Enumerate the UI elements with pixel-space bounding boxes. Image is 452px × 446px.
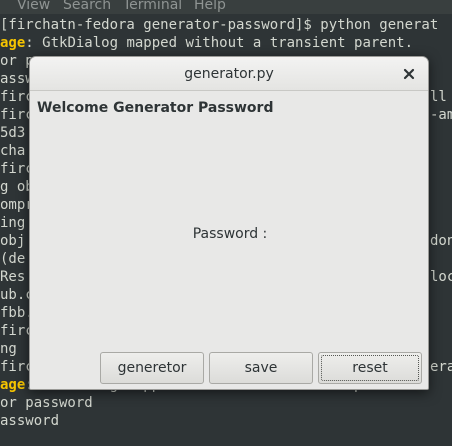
menu-help[interactable]: Help — [194, 0, 226, 14]
terminal-line-text: Res — [0, 269, 26, 285]
terminal-line: 5d3 — [0, 124, 25, 142]
menu-terminal[interactable]: Terminal — [123, 0, 182, 14]
terminal-line: [firchatn-fedora generator-password]$ py… — [0, 16, 438, 34]
terminal-line-fragment: ll — [430, 89, 447, 105]
terminal-line-text: assword — [0, 413, 60, 429]
terminal-line-fragment: -am — [430, 107, 452, 123]
terminal-line-fragment: don — [430, 233, 452, 249]
generate-button[interactable]: generetor — [100, 352, 204, 384]
save-button[interactable]: save — [209, 352, 313, 384]
dialog-content: Welcome Generator Password Password : ge… — [30, 91, 428, 389]
terminal-line-text: cha — [0, 143, 26, 159]
terminal-line: cha — [0, 142, 25, 160]
terminal-line: ng — [0, 340, 17, 358]
menu-search[interactable]: Search — [63, 0, 111, 14]
terminal-menubar: View Search Terminal Help — [0, 0, 452, 14]
terminal-line-text: (de — [0, 251, 26, 267]
terminal-line-text: [firchatn-fedora generator-password]$ py… — [0, 17, 439, 33]
terminal-line: (de — [0, 250, 25, 268]
terminal-line-text: 5d3 — [0, 125, 26, 141]
terminal-warning-label: age — [0, 35, 26, 51]
menu-view[interactable]: View — [17, 0, 50, 14]
generator-dialog: generator.py Welcome Generator Password … — [29, 56, 429, 390]
password-label: Password : — [192, 226, 268, 242]
terminal-line: or password — [0, 394, 93, 412]
terminal-line-text: : GtkDialog mapped without a transient p… — [25, 35, 414, 51]
close-icon[interactable] — [400, 65, 418, 83]
reset-button[interactable]: reset — [318, 352, 422, 384]
terminal-line-fragment: erat — [430, 359, 452, 375]
welcome-heading: Welcome Generator Password — [37, 100, 274, 116]
terminal-line-text: obj — [0, 233, 26, 249]
terminal-line: Res — [0, 268, 25, 286]
terminal-line-fragment: loc — [430, 269, 452, 285]
terminal-line: obj — [0, 232, 25, 250]
terminal-line: age: GtkDialog mapped without a transien… — [0, 34, 413, 52]
dialog-titlebar[interactable]: generator.py — [30, 57, 428, 91]
terminal-line: assword — [0, 412, 59, 430]
terminal-line-text: or password — [0, 395, 93, 411]
dialog-title: generator.py — [184, 66, 274, 82]
terminal-warning-label: age — [0, 377, 26, 393]
terminal-line: ing — [0, 214, 25, 232]
terminal-line-text: ng — [0, 341, 17, 357]
terminal-line-text: ing — [0, 215, 26, 231]
